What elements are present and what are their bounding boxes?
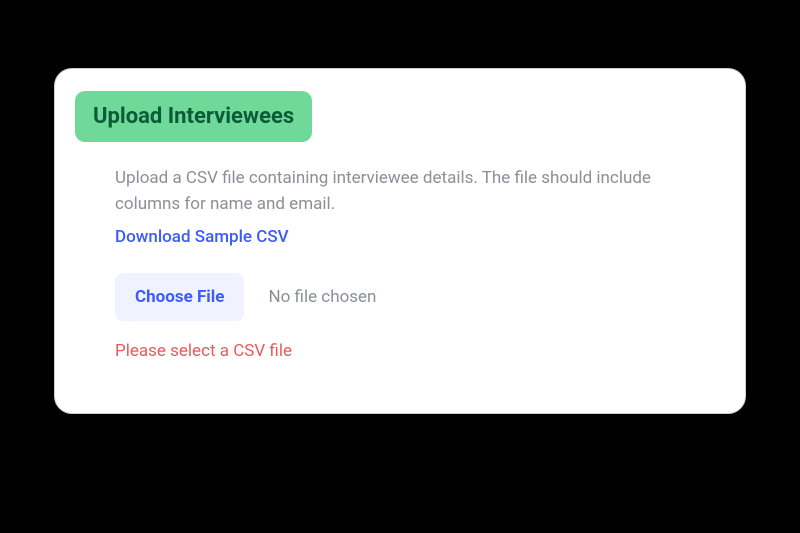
card-title: Upload Interviewees: [75, 91, 312, 142]
choose-file-button[interactable]: Choose File: [115, 273, 244, 321]
card-content: Upload a CSV file containing interviewee…: [77, 166, 723, 361]
file-status-text: No file chosen: [268, 287, 376, 307]
upload-card: Upload Interviewees Upload a CSV file co…: [54, 68, 746, 414]
upload-description: Upload a CSV file containing interviewee…: [115, 166, 703, 217]
file-input-row: Choose File No file chosen: [115, 273, 703, 321]
error-message: Please select a CSV file: [115, 341, 703, 361]
download-sample-link[interactable]: Download Sample CSV: [115, 227, 289, 247]
